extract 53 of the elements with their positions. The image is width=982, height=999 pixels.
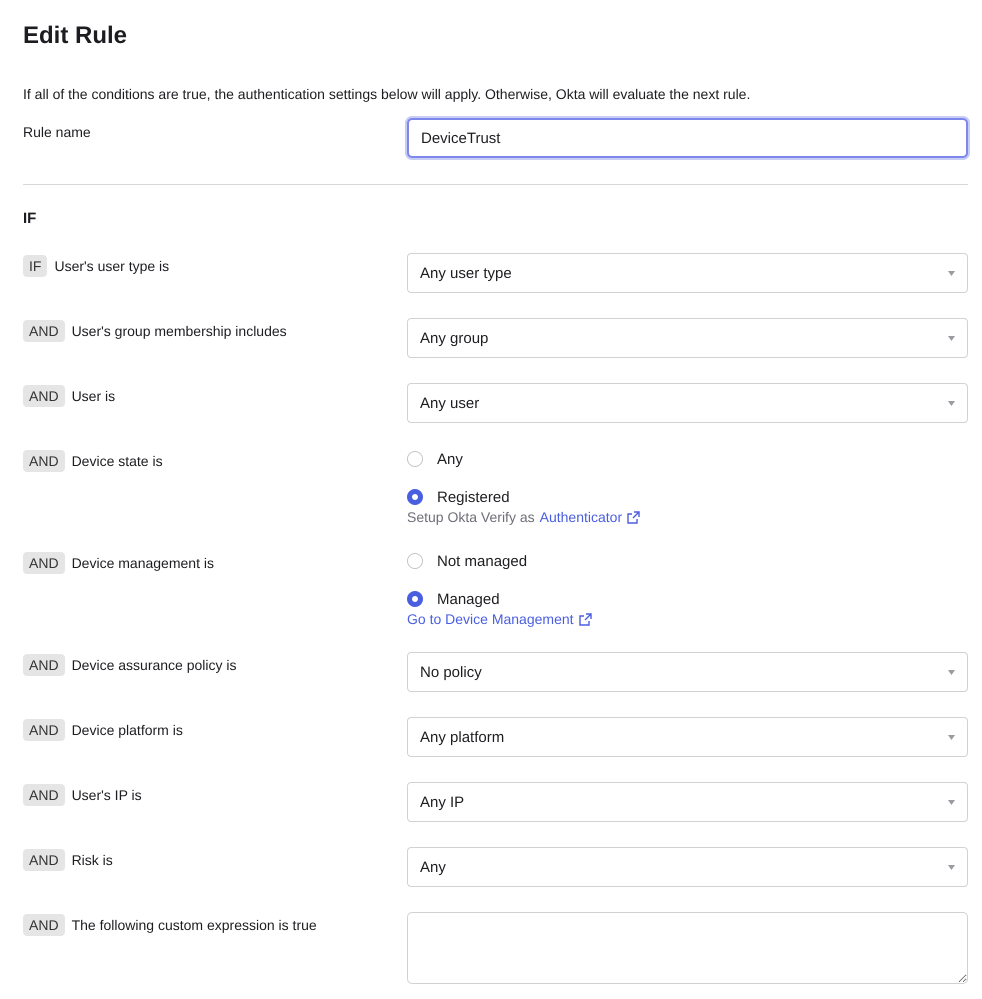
operator-tag: AND (23, 654, 65, 676)
condition-label: Risk is (72, 852, 113, 868)
condition-label: Device platform is (72, 722, 183, 738)
external-link-icon (627, 510, 640, 524)
operator-tag: IF (23, 255, 48, 277)
operator-tag: AND (23, 849, 65, 871)
condition-label: Device management is (72, 555, 214, 571)
external-link-icon (578, 612, 592, 626)
rule-name-field[interactable]: DeviceTrust (407, 118, 968, 158)
condition-label: User is (72, 388, 116, 404)
caret-icon (948, 400, 955, 406)
expression-field[interactable] (407, 912, 968, 984)
dropdown[interactable]: Any platform (407, 717, 968, 757)
link[interactable]: Authenticator (540, 509, 640, 525)
dropdown[interactable]: Any (407, 847, 968, 887)
radio-button[interactable] (407, 451, 423, 467)
radio-label[interactable]: Registered (437, 488, 510, 506)
operator-tag: AND (23, 552, 65, 574)
radio-label[interactable]: Not managed (437, 552, 528, 570)
dropdown[interactable]: Any user (407, 383, 968, 423)
dialog-title: Edit Rule (23, 22, 128, 50)
condition-label: User's IP is (72, 787, 142, 803)
operator-tag: AND (23, 914, 65, 936)
link[interactable]: Go to Device Management (407, 611, 592, 627)
condition-label: Device assurance policy is (72, 657, 237, 673)
operator-tag: AND (23, 320, 65, 342)
caret-icon (948, 670, 955, 674)
radio-label[interactable]: Managed (437, 590, 500, 608)
description-text: If all of the conditions are true, the authentication settings below will apply. Otherwise, Okta will evaluate the next rule. (23, 86, 752, 102)
operator-tag: AND (23, 719, 65, 741)
caret-icon (948, 270, 955, 276)
dropdown[interactable]: Any group (407, 318, 968, 358)
condition-label: User's user type is (54, 258, 170, 274)
field-label: Rule name (23, 123, 92, 140)
helper-text: Setup Okta Verify as (407, 509, 535, 525)
radio-button[interactable] (407, 553, 423, 569)
operator-tag: AND (23, 784, 65, 806)
condition-label: Device state is (72, 453, 163, 469)
radio-label[interactable]: Any (437, 450, 463, 468)
condition-label: The following custom expression is true (72, 917, 317, 933)
operator-tag: AND (23, 450, 65, 472)
dropdown[interactable]: Any user type (407, 253, 968, 293)
dropdown[interactable]: Any IP (407, 782, 968, 822)
caret-icon (948, 734, 955, 740)
radio-button[interactable] (407, 591, 423, 607)
operator-tag: AND (23, 385, 65, 407)
section-heading: IF (23, 210, 38, 227)
caret-icon (948, 336, 955, 340)
caret-icon (948, 800, 955, 804)
caret-icon (948, 864, 955, 870)
condition-label: User's group membership includes (72, 323, 287, 339)
dropdown[interactable]: No policy (407, 652, 968, 692)
radio-button[interactable] (407, 489, 423, 505)
